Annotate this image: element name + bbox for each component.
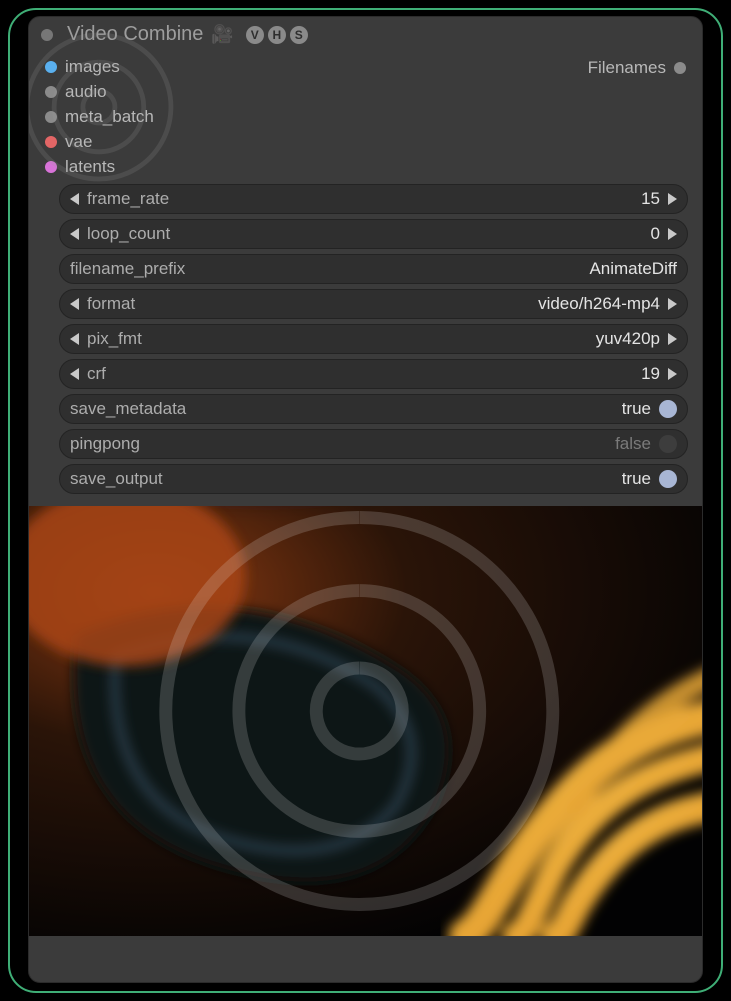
badge-h-icon: H <box>268 26 286 44</box>
prev-arrow-icon[interactable] <box>70 333 79 345</box>
input-label: meta_batch <box>65 107 154 127</box>
widget-label: save_metadata <box>70 399 186 419</box>
widget-value[interactable]: 15 <box>641 189 660 209</box>
input-vae[interactable]: vae <box>29 131 154 153</box>
socket-icon[interactable] <box>45 61 57 73</box>
next-arrow-icon[interactable] <box>668 333 677 345</box>
input-label: vae <box>65 132 92 152</box>
next-arrow-icon[interactable] <box>668 298 677 310</box>
input-latents[interactable]: latents <box>29 156 154 178</box>
node-title: Video Combine <box>61 23 203 46</box>
increment-arrow-icon[interactable] <box>668 228 677 240</box>
widget-value[interactable]: AnimateDiff <box>589 259 677 279</box>
widget-value: false <box>615 434 651 454</box>
widget-save-output[interactable]: save_output true <box>59 464 688 494</box>
widget-label: filename_prefix <box>70 259 185 279</box>
node-title-bar[interactable]: Video Combine 🎥 V H S <box>29 17 702 52</box>
increment-arrow-icon[interactable] <box>668 193 677 205</box>
socket-icon[interactable] <box>45 111 57 123</box>
video-combine-node[interactable]: Video Combine 🎥 V H S images audio <box>28 16 703 983</box>
widget-value[interactable]: 19 <box>641 364 660 384</box>
video-preview[interactable] <box>29 506 702 936</box>
preview-image <box>29 506 702 936</box>
output-label: Filenames <box>588 58 666 78</box>
widget-label: pix_fmt <box>87 329 142 349</box>
widget-label: format <box>87 294 135 314</box>
toggle-icon[interactable] <box>659 400 677 418</box>
widget-label: frame_rate <box>87 189 169 209</box>
widget-frame-rate[interactable]: frame_rate 15 <box>59 184 688 214</box>
widget-filename-prefix[interactable]: filename_prefix AnimateDiff <box>59 254 688 284</box>
widgets: frame_rate 15 loop_count 0 <box>29 178 702 494</box>
widget-value: true <box>622 469 651 489</box>
widget-pingpong[interactable]: pingpong false <box>59 429 688 459</box>
inputs-list: images audio meta_batch vae latents <box>29 56 154 178</box>
input-label: latents <box>65 157 115 177</box>
widget-value: true <box>622 399 651 419</box>
socket-icon[interactable] <box>45 86 57 98</box>
widget-loop-count[interactable]: loop_count 0 <box>59 219 688 249</box>
decrement-arrow-icon[interactable] <box>70 193 79 205</box>
app-frame: Video Combine 🎥 V H S images audio <box>8 8 723 993</box>
decrement-arrow-icon[interactable] <box>70 228 79 240</box>
widget-label: pingpong <box>70 434 140 454</box>
increment-arrow-icon[interactable] <box>668 368 677 380</box>
socket-icon[interactable] <box>45 161 57 173</box>
widget-value[interactable]: yuv420p <box>596 329 660 349</box>
input-images[interactable]: images <box>29 56 154 78</box>
toggle-icon[interactable] <box>659 470 677 488</box>
widget-value[interactable]: 0 <box>651 224 660 244</box>
widget-label: loop_count <box>87 224 170 244</box>
socket-icon[interactable] <box>674 62 686 74</box>
input-label: images <box>65 57 120 77</box>
widget-crf[interactable]: crf 19 <box>59 359 688 389</box>
widget-label: save_output <box>70 469 163 489</box>
widget-pix-fmt[interactable]: pix_fmt yuv420p <box>59 324 688 354</box>
title-badges: V H S <box>246 26 308 44</box>
io-row: images audio meta_batch vae latents <box>29 52 702 178</box>
input-label: audio <box>65 82 107 102</box>
badge-v-icon: V <box>246 26 264 44</box>
input-audio[interactable]: audio <box>29 81 154 103</box>
widget-format[interactable]: format video/h264-mp4 <box>59 289 688 319</box>
prev-arrow-icon[interactable] <box>70 298 79 310</box>
camera-icon: 🎥 <box>211 24 233 45</box>
decrement-arrow-icon[interactable] <box>70 368 79 380</box>
widget-label: crf <box>87 364 106 384</box>
outputs-list: Filenames <box>588 56 692 78</box>
widget-value[interactable]: video/h264-mp4 <box>538 294 660 314</box>
toggle-icon[interactable] <box>659 435 677 453</box>
widget-save-metadata[interactable]: save_metadata true <box>59 394 688 424</box>
badge-s-icon: S <box>290 26 308 44</box>
collapse-dot-icon[interactable] <box>41 29 53 41</box>
socket-icon[interactable] <box>45 136 57 148</box>
input-meta-batch[interactable]: meta_batch <box>29 106 154 128</box>
